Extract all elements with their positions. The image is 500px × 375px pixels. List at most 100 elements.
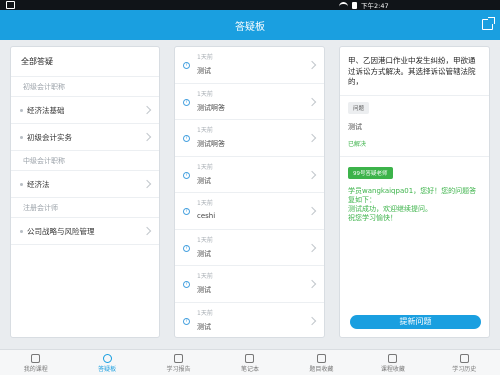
tab-course-favorites[interactable]: 课程收藏 [357,350,428,375]
bullet-icon [20,109,23,112]
tab-label: 课程收藏 [380,366,405,373]
chevron-right-icon [307,279,317,289]
report-icon [174,354,184,363]
new-question-button[interactable]: 提新问题 [350,315,481,329]
question-time: 1天前 [197,309,213,317]
question-title: 甲、乙因港口作业中发生纠纷，甲欲通过诉讼方式解决。其选择诉讼管辖法院的， [340,47,489,96]
category-item[interactable]: 经济法基础 [11,97,159,124]
bullet-icon [20,230,23,233]
tab-label: 答疑板 [98,366,117,373]
bullet-icon [20,136,23,139]
tab-notebook[interactable]: 笔记本 [214,350,285,375]
bottom-tab-bar: 我的课程 答疑板 学习报告 笔记本 题目收藏 课程收藏 学习历史 [0,349,500,375]
answer-text: 学员wangkaiqpa01，您好！您的问题答复如下： 测试成功，欢迎继续提问。… [348,186,477,222]
tab-qa-board[interactable]: 答疑板 [71,350,142,375]
question-icon [102,354,112,363]
tab-label: 学习历史 [452,366,477,373]
question-item[interactable]: ? 1天前测试啊答 [175,120,324,157]
question-time: 1天前 [197,54,213,61]
question-item[interactable]: ? 1天前测试 [175,266,324,303]
teacher-tag: 99号答疑老师 [348,166,393,179]
home-icon [6,1,15,9]
wifi-icon [339,2,348,8]
ask-tag: 问题 [348,101,370,114]
notebook-icon [245,354,255,363]
category-item[interactable]: 初级会计实务 [11,124,159,151]
category-item-label: 经济法基础 [27,106,65,115]
question-text: 测试啊答 [197,140,225,148]
category-section-title: 注册会计师 [11,198,159,218]
category-all[interactable]: 全部答疑 [11,47,159,77]
question-item[interactable]: ? 1天前测试 [175,157,324,193]
question-detail: 甲、乙因港口作业中发生纠纷，甲欲通过诉讼方式解决。其选择诉讼管辖法院的， 问题 … [339,46,490,338]
chevron-right-icon [142,179,152,189]
question-icon: ? [183,317,190,325]
battery-icon [352,1,357,9]
question-icon: ? [183,244,190,252]
tab-label: 题目收藏 [309,366,334,373]
ask-text: 测试 [348,122,362,131]
question-text: 测试 [197,322,211,331]
question-text: 测试 [197,176,211,185]
question-time: 1天前 [197,273,213,280]
category-item[interactable]: 经济法 [11,171,159,198]
question-time: 1天前 [197,127,213,134]
category-section-title: 初级会计职称 [11,77,159,97]
question-time: 1天前 [197,90,213,98]
question-time: 1天前 [197,200,213,207]
question-item[interactable]: ? 1天前测试 [175,303,324,338]
title-bar: 答疑板 [0,10,500,40]
chevron-right-icon [142,105,152,115]
chevron-right-icon [142,226,152,236]
tab-study-report[interactable]: 学习报告 [143,350,214,375]
tab-label: 学习报告 [166,366,191,373]
question-icon: ? [183,98,190,106]
chevron-right-icon [307,316,317,325]
question-time: 1天前 [197,163,213,171]
chevron-right-icon [307,97,317,106]
bullet-icon [20,183,23,186]
tab-question-favorites[interactable]: 题目收藏 [286,350,357,375]
question-item[interactable]: ? 1天前 ceshi [175,193,324,230]
question-item[interactable]: ? 1天前测试 [175,47,324,84]
status-badge: 已解决 [348,140,367,148]
clock-icon [459,354,469,363]
status-time: 下午2:47 [361,2,389,10]
question-item[interactable]: ? 1天前测试 [175,230,324,266]
question-icon: ? [183,171,190,179]
question-icon: ? [183,135,190,142]
chevron-right-icon [307,170,317,179]
chevron-right-icon [307,133,317,143]
question-icon: ? [183,62,190,69]
tab-label: 笔记本 [240,366,259,373]
chevron-right-icon [307,243,317,252]
status-bar: 下午2:47 [0,0,500,10]
question-text: 测试啊答 [197,103,225,112]
share-icon[interactable] [482,17,495,30]
answer-block: 99号答疑老师 学员wangkaiqpa01，您好！您的问题答复如下： 测试成功… [340,157,489,223]
bookmark-icon [316,354,326,363]
category-panel: 全部答疑 初级会计职称 经济法基础 初级会计实务 中级会计职称 经济法 注册会计… [10,46,160,338]
category-item-label: 公司战略与风险管理 [27,227,95,236]
question-item[interactable]: ? 1天前测试啊答 [175,84,324,120]
star-icon [388,354,398,363]
question-text: 测试 [197,67,211,75]
tab-label: 我的课程 [23,366,48,373]
question-text: 测试 [197,286,211,294]
tab-my-courses[interactable]: 我的课程 [0,350,71,375]
question-list: ? 1天前 测试 ? 1天前 测试啊答 ? 1天前 测试啊答 ? 1天前 测试 ? 1天前 cesh… [174,46,325,338]
chevron-right-icon [307,60,317,70]
category-section-title: 中级会计职称 [11,151,159,171]
tab-study-history[interactable]: 学习历史 [429,350,500,375]
page-title: 答疑板 [235,22,265,33]
question-time: 1天前 [197,236,213,244]
category-item[interactable]: 公司战略与风险管理 [11,218,159,245]
question-icon: ? [183,281,190,288]
question-text: 测试 [197,249,211,258]
home-icon [31,354,41,363]
ask-block: 问题 测试 已解决 [340,96,489,157]
category-item-label: 经济法 [27,180,50,189]
chevron-right-icon [142,132,152,142]
category-item-label: 初级会计实务 [27,133,72,142]
question-icon: ? [183,208,190,215]
